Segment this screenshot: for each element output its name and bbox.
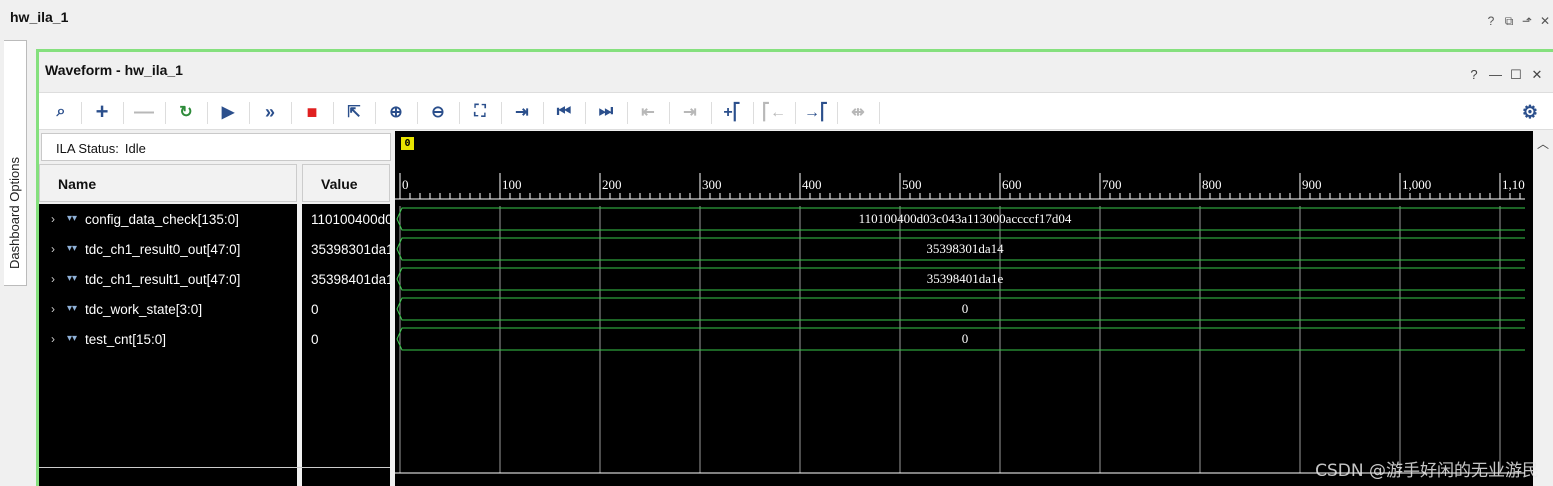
- stop-icon[interactable]: ■: [301, 101, 323, 123]
- close-icon[interactable]: ✕: [1531, 67, 1543, 83]
- ila-status-label: ILA Status:: [56, 141, 119, 156]
- bus-icon: ▾▾: [67, 333, 78, 344]
- waveform-toolbar: ⌕ + — ↻ ▶ » ■ ⇱ ⊕ ⊖ ⛶ ⇥ ⏮ ⏭ ⇤ ⇥ +⎡ ⎡← →⎡…: [39, 92, 1553, 130]
- axis-tick-label: 700: [1102, 177, 1122, 192]
- previous-transition-icon: ⇤: [641, 104, 655, 121]
- app-window-controls: ? ⧉ ⬏ ✕: [1485, 14, 1551, 29]
- next-marker-icon[interactable]: →⎡: [804, 101, 828, 123]
- cursor-marker[interactable]: 0: [401, 137, 414, 150]
- divider: [39, 467, 390, 468]
- ila-status-value: Idle: [124, 141, 146, 156]
- expand-chevron-icon[interactable]: ›: [51, 332, 63, 346]
- signal-value: 35398401da1e: [311, 271, 390, 287]
- waveform-value-label: 35398401da1e: [927, 271, 1004, 286]
- signal-name: tdc_work_state[3:0]: [85, 301, 203, 317]
- restore-icon[interactable]: ⧉: [1503, 14, 1515, 29]
- signal-name: tdc_ch1_result0_out[47:0]: [85, 241, 241, 257]
- search-icon[interactable]: ⌕: [50, 101, 72, 123]
- zoom-fit-icon[interactable]: ⛶: [469, 101, 491, 123]
- undock-icon[interactable]: ⬏: [1521, 14, 1533, 29]
- ila-status-box: ILA Status: Idle: [41, 133, 391, 161]
- axis-tick-label: 600: [1002, 177, 1022, 192]
- signal-name: test_cnt[15:0]: [85, 331, 167, 347]
- swap-cursors-icon: ⇹: [851, 104, 865, 121]
- goto-start-icon[interactable]: ⏮: [553, 101, 575, 123]
- signal-row[interactable]: › ▾▾ config_data_check[135:0]: [39, 204, 239, 234]
- vertical-scrollbar[interactable]: ︿: [1533, 131, 1553, 486]
- axis-tick-label: 800: [1202, 177, 1222, 192]
- bus-icon: ▾▾: [67, 213, 78, 224]
- waveform-panel: Waveform - hw_ila_1 ? — ☐ ✕ ⌕ + — ↻ ▶ » …: [36, 49, 1553, 486]
- signal-value: 110100400d03c043a113000accccf17d04: [311, 211, 390, 227]
- run-trigger-icon[interactable]: ▶: [217, 101, 239, 123]
- remove-icon: —: [134, 100, 154, 123]
- axis-tick-label: 100: [502, 177, 522, 192]
- signal-value-list: 110100400d03c043a113000accccf17d04 35398…: [302, 204, 390, 486]
- axis-tick-label: 300: [702, 177, 722, 192]
- waveform-value-label: 0: [962, 301, 969, 316]
- bus-icon: ▾▾: [67, 303, 78, 314]
- help-icon[interactable]: ?: [1468, 67, 1480, 83]
- panel-window-controls: ? — ☐ ✕: [1468, 67, 1543, 83]
- refresh-icon[interactable]: ↻: [175, 101, 197, 123]
- axis-tick-label: 200: [602, 177, 622, 192]
- minimize-icon[interactable]: —: [1489, 67, 1502, 83]
- zoom-in-icon[interactable]: ⊕: [385, 101, 407, 123]
- expand-chevron-icon[interactable]: ›: [51, 242, 63, 256]
- signal-row[interactable]: › ▾▾ test_cnt[15:0]: [39, 324, 166, 354]
- ila-window: hw_ila_1 ? ⧉ ⬏ ✕ Dashboard Options Wavef…: [0, 0, 1553, 486]
- settings-icon[interactable]: ⚙: [1519, 101, 1541, 123]
- watermark: CSDN @游手好闲的无业游民: [1315, 461, 1539, 481]
- waveform-value-label: 110100400d03c043a113000accccf17d04: [859, 211, 1072, 226]
- dashboard-options-tab[interactable]: Dashboard Options: [4, 40, 27, 286]
- expand-chevron-icon[interactable]: ›: [51, 272, 63, 286]
- value-column-header[interactable]: Value: [302, 164, 390, 202]
- signal-name: config_data_check[135:0]: [85, 211, 239, 227]
- axis-tick-label: 400: [802, 177, 822, 192]
- waveform-view[interactable]: 0 100 200 300 400 500 600 700 800 900 1,000 1,10 110…: [395, 131, 1553, 486]
- axis-tick-label: 900: [1302, 177, 1322, 192]
- signal-row[interactable]: › ▾▾ tdc_ch1_result1_out[47:0]: [39, 264, 240, 294]
- next-transition-icon: ⇥: [683, 104, 697, 121]
- export-icon[interactable]: ⇱: [343, 101, 365, 123]
- axis-tick-label: 0: [402, 177, 409, 192]
- app-title: hw_ila_1: [10, 9, 69, 25]
- goto-cursor-icon[interactable]: ⇥: [511, 101, 533, 123]
- expand-chevron-icon[interactable]: ›: [51, 302, 63, 316]
- add-icon[interactable]: +: [91, 99, 113, 124]
- zoom-out-icon[interactable]: ⊖: [427, 101, 449, 123]
- run-immediate-icon[interactable]: »: [259, 101, 281, 123]
- signal-name: tdc_ch1_result1_out[47:0]: [85, 271, 241, 287]
- bus-icon: ▾▾: [67, 273, 78, 284]
- signal-row[interactable]: › ▾▾ tdc_work_state[3:0]: [39, 294, 202, 324]
- signal-value: 0: [311, 331, 319, 347]
- maximize-icon[interactable]: ☐: [1510, 67, 1522, 83]
- dashboard-options-label: Dashboard Options: [7, 156, 22, 269]
- panel-title: Waveform - hw_ila_1: [45, 62, 183, 78]
- axis-tick-label: 1,000: [1402, 177, 1431, 192]
- bus-icon: ▾▾: [67, 243, 78, 254]
- axis-tick-label: 500: [902, 177, 922, 192]
- scroll-up-icon[interactable]: ︿: [1537, 135, 1549, 152]
- help-icon[interactable]: ?: [1485, 14, 1497, 29]
- name-column-header[interactable]: Name: [39, 164, 297, 202]
- goto-end-icon[interactable]: ⏭: [595, 101, 617, 123]
- signal-value: 35398301da14: [311, 241, 390, 257]
- waveform-value-label: 0: [962, 331, 969, 346]
- signal-row[interactable]: › ▾▾ tdc_ch1_result0_out[47:0]: [39, 234, 240, 264]
- waveform-value-label: 35398301da14: [926, 241, 1004, 256]
- waveform-canvas[interactable]: 0 100 200 300 400 500 600 700 800 900 1,000 1,10 110…: [395, 131, 1533, 486]
- signal-name-list: › ▾▾ config_data_check[135:0] › ▾▾ tdc_c…: [39, 204, 297, 486]
- axis-tick-label: 1,10: [1502, 177, 1525, 192]
- previous-marker-icon: ⎡←: [762, 104, 786, 121]
- close-icon[interactable]: ✕: [1539, 14, 1551, 29]
- signal-value: 0: [311, 301, 319, 317]
- expand-chevron-icon[interactable]: ›: [51, 212, 63, 226]
- add-marker-icon[interactable]: +⎡: [721, 101, 743, 123]
